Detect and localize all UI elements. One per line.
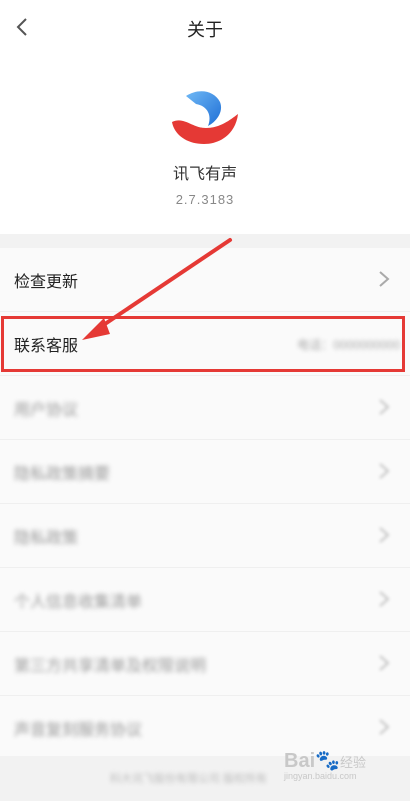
chevron-right-icon <box>379 271 390 287</box>
list-item-label: 第三方共享清单及权限说明 <box>14 658 207 675</box>
list-item-label: 个人信息收集清单 <box>14 594 143 611</box>
app-logo-icon <box>172 91 238 144</box>
app-name: 讯飞有声 <box>172 166 237 183</box>
list-item-label: 隐私政策摘要 <box>14 466 111 483</box>
list-item-label: 声音复刻服务协议 <box>14 722 143 739</box>
list-item-label: 检查更新 <box>14 274 79 291</box>
list-item-user-agreement[interactable]: 用户协议 <box>0 376 410 440</box>
list-item-check-update[interactable]: 检查更新 <box>0 248 410 312</box>
chevron-right-icon <box>379 399 390 415</box>
list-item-personal-info-list[interactable]: 个人信息收集清单 <box>0 568 410 632</box>
chevron-right-icon <box>379 591 390 607</box>
list-item-privacy-policy[interactable]: 隐私政策 <box>0 504 410 568</box>
list-item-label: 隐私政策 <box>14 530 79 547</box>
highlight-box <box>1 316 405 372</box>
watermark-suffix: 经验 <box>340 755 367 770</box>
list-item-label: 用户协议 <box>14 402 79 419</box>
baidu-watermark: Bai🐾经验 jingyan.baidu.com <box>284 750 367 781</box>
top-bar: 关于 <box>0 0 410 54</box>
list-item-privacy-summary[interactable]: 隐私政策摘要 <box>0 440 410 504</box>
chevron-right-icon <box>379 463 390 479</box>
watermark-domain: jingyan.baidu.com <box>284 771 357 781</box>
copyright-text: 科大讯飞股份有限公司 版权所有 <box>110 773 268 785</box>
chevron-right-icon <box>379 527 390 543</box>
chevron-right-icon <box>379 655 390 671</box>
watermark-brand: Bai <box>284 750 316 772</box>
page-title: 关于 <box>187 20 223 40</box>
chevron-right-icon <box>379 719 390 735</box>
app-version: 2.7.3183 <box>175 192 235 207</box>
list-item-third-party-list[interactable]: 第三方共享清单及权限说明 <box>0 632 410 696</box>
